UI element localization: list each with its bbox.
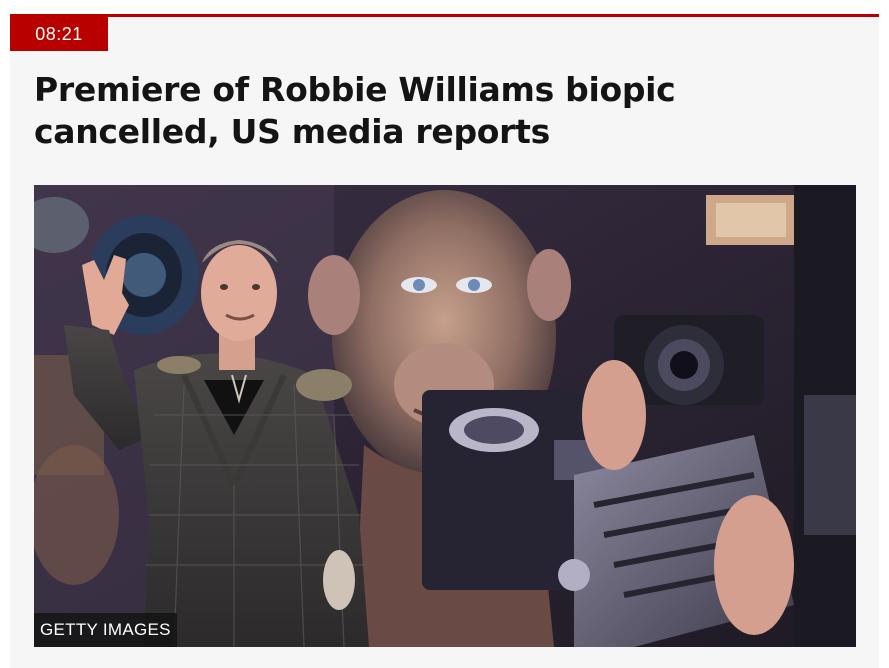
live-post-card: 08:21 Premiere of Robbie Williams biopic… — [10, 14, 879, 668]
article-image: GETTY IMAGES — [34, 185, 856, 647]
image-credit: GETTY IMAGES — [34, 613, 177, 647]
post-headline[interactable]: Premiere of Robbie Williams biopic cance… — [34, 69, 854, 153]
premiere-photo — [34, 185, 856, 647]
post-timestamp: 08:21 — [10, 17, 108, 51]
